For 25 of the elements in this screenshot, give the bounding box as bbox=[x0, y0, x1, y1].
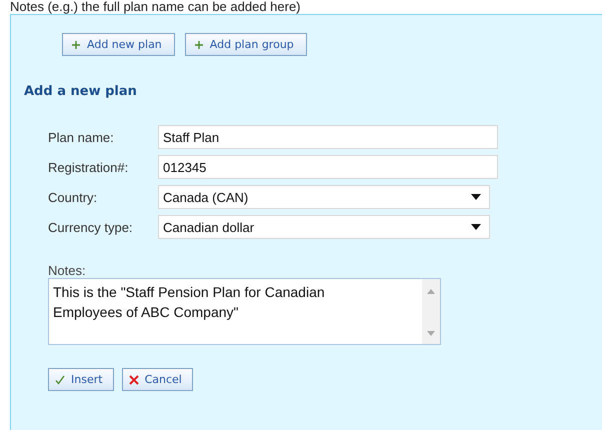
add-button[interactable]: Add plan group bbox=[184, 33, 307, 56]
dropdown[interactable]: Canada (CAN) bbox=[158, 185, 490, 209]
field-label: Country: bbox=[48, 190, 98, 204]
plus-icon bbox=[194, 40, 204, 50]
plus-icon bbox=[71, 40, 81, 50]
form-title: Add a new plan bbox=[24, 84, 138, 99]
cancel-button[interactable]: Cancel bbox=[122, 368, 193, 391]
dropdown[interactable]: Canadian dollar bbox=[158, 215, 490, 239]
close-icon bbox=[128, 374, 139, 384]
add-button[interactable]: Add new plan bbox=[62, 33, 175, 56]
caret-icon bbox=[471, 194, 481, 200]
caret-icon bbox=[471, 224, 481, 230]
insert-button[interactable]: Insert bbox=[48, 368, 114, 391]
field-label: Registration#: bbox=[48, 160, 130, 174]
notes-field[interactable]: This is the "Staff Pension Plan for Canadian Employees of ABC Company" bbox=[48, 278, 441, 345]
caption-text: Notes (e.g.) the full plan name can be added here) bbox=[9, 0, 302, 14]
notes-label: Notes: bbox=[48, 263, 87, 278]
scrollbar[interactable] bbox=[422, 279, 440, 344]
scroll-up-icon[interactable] bbox=[427, 289, 435, 294]
field-label: Plan name: bbox=[48, 130, 115, 144]
scroll-down-icon[interactable] bbox=[427, 331, 435, 336]
input-field[interactable]: Staff Plan bbox=[158, 125, 498, 149]
check-icon bbox=[55, 374, 65, 384]
field-label: Currency type: bbox=[48, 220, 134, 234]
input-field[interactable]: 012345 bbox=[158, 155, 498, 179]
